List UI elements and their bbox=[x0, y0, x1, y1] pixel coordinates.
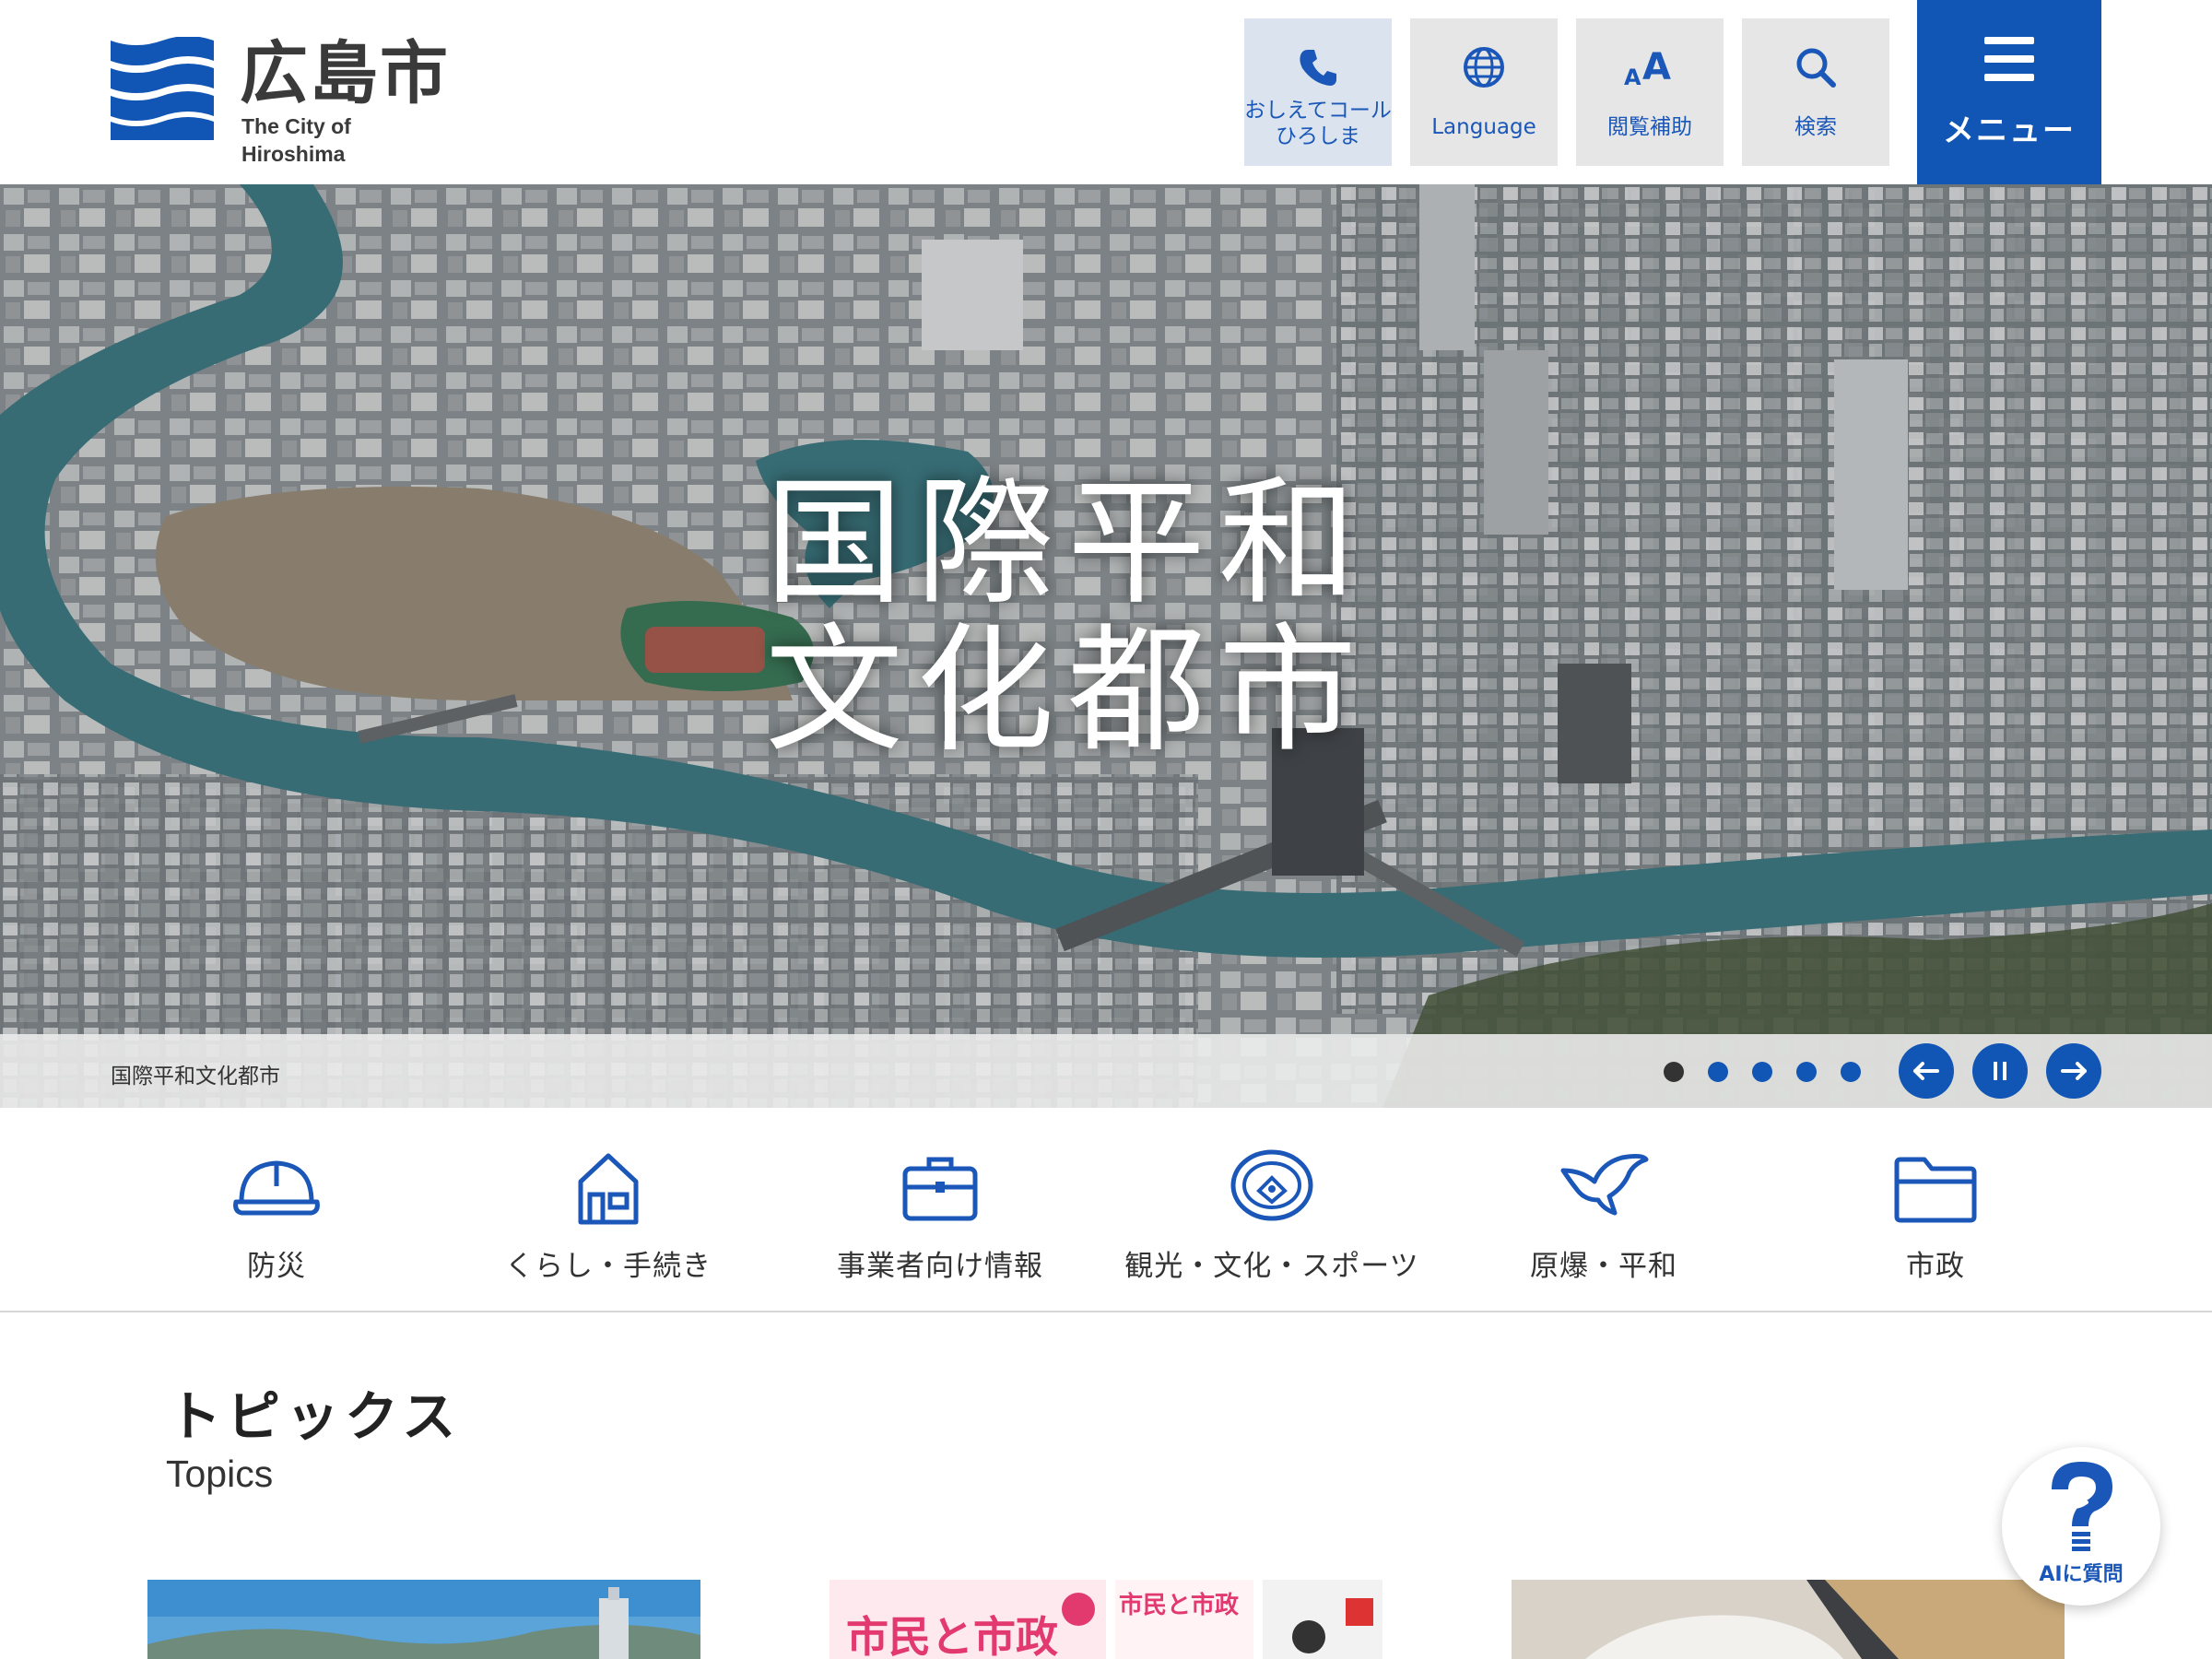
category-living-procedures[interactable]: くらし・手続き bbox=[452, 1108, 765, 1311]
category-atomic-bomb-peace[interactable]: 原爆・平和 bbox=[1447, 1108, 1760, 1311]
topic-card-image bbox=[147, 1580, 700, 1659]
arrow-left-icon bbox=[1913, 1062, 1939, 1080]
hero-title-line2: 文化都市 bbox=[765, 611, 1371, 771]
category-label: 防災 bbox=[247, 1250, 306, 1283]
category-label: 事業者向け情報 bbox=[837, 1250, 1043, 1283]
category-label: くらし・手続き bbox=[505, 1250, 712, 1283]
svg-text:A: A bbox=[1624, 65, 1641, 90]
topic-card-1[interactable] bbox=[147, 1580, 700, 1659]
category-city-government[interactable]: 市政 bbox=[1779, 1108, 2092, 1311]
pause-icon bbox=[1994, 1062, 2006, 1080]
logo-text-en: The City of Hiroshima bbox=[241, 114, 351, 166]
accessibility-label: 閲覧補助 bbox=[1607, 115, 1692, 139]
search-label: 検索 bbox=[1794, 115, 1837, 139]
category-disaster-prevention[interactable]: 防災 bbox=[120, 1108, 433, 1311]
slide-dot-2[interactable] bbox=[1708, 1062, 1728, 1082]
helmet-icon bbox=[233, 1160, 320, 1216]
arrow-right-icon bbox=[2061, 1062, 2087, 1080]
hamburger-icon bbox=[1984, 37, 2034, 81]
call-center-label: おしえてコール ひろしま bbox=[1244, 99, 1392, 148]
slide-dot-5[interactable] bbox=[1841, 1062, 1861, 1082]
slide-dot-1[interactable] bbox=[1664, 1062, 1684, 1082]
slideshow-control-bar: 国際平和文化都市 bbox=[0, 1034, 2212, 1108]
topics-heading-en: Topics bbox=[166, 1453, 274, 1495]
search-button[interactable]: 検索 bbox=[1742, 18, 1889, 166]
logo-text-ja: 広島市 bbox=[240, 34, 450, 113]
slide-caption: 国際平和文化都市 bbox=[111, 1065, 280, 1088]
slide-dot-3[interactable] bbox=[1752, 1062, 1772, 1082]
topic-card-image: 市民と市政 市民と市政 bbox=[830, 1580, 1382, 1659]
ai-question-button[interactable]: AIに質問 bbox=[2002, 1447, 2160, 1606]
question-mark-icon bbox=[2052, 1462, 2112, 1551]
topic-card-2[interactable]: 市民と市政 市民と市政 bbox=[830, 1580, 1382, 1659]
category-tourism-culture-sports[interactable]: 観光・文化・スポーツ bbox=[1115, 1108, 1429, 1311]
menu-label: メニュー bbox=[1943, 112, 2076, 149]
category-business-info[interactable]: 事業者向け情報 bbox=[783, 1108, 1097, 1311]
slide-next-button[interactable] bbox=[2046, 1043, 2101, 1099]
globe-icon bbox=[1464, 47, 1504, 88]
category-label: 市政 bbox=[1906, 1250, 1965, 1283]
svg-text:市民と市政: 市民と市政 bbox=[846, 1612, 1058, 1659]
house-icon bbox=[578, 1153, 639, 1225]
text-size-icon: A A bbox=[1624, 46, 1671, 90]
language-label: Language bbox=[1431, 115, 1536, 139]
slide-pause-button[interactable] bbox=[1972, 1043, 2028, 1099]
briefcase-icon bbox=[902, 1157, 978, 1221]
site-header: 広島市 The City of Hiroshima おしえてコール ひろしま L… bbox=[0, 0, 2212, 184]
topic-card-image bbox=[1512, 1580, 2065, 1659]
svg-text:市民と市政: 市民と市政 bbox=[1119, 1591, 1239, 1619]
category-navigation: 防災 くらし・手続き 事業者向け情報 観光・文化・スポーツ 原爆・平和 市政 bbox=[0, 1108, 2212, 1312]
site-logo[interactable]: 広島市 The City of Hiroshima bbox=[111, 34, 452, 166]
category-label: 観光・文化・スポーツ bbox=[1124, 1250, 1419, 1283]
phone-icon bbox=[1300, 50, 1336, 86]
search-icon bbox=[1796, 48, 1836, 88]
hiroshima-logo-mark-icon bbox=[111, 37, 214, 140]
hero-slideshow: 国際平和 文化都市 国際平和文化都市 bbox=[0, 184, 2212, 1108]
category-label: 原爆・平和 bbox=[1530, 1250, 1677, 1283]
hero-title: 国際平和 文化都市 bbox=[765, 470, 1447, 765]
call-center-button[interactable]: おしえてコール ひろしま bbox=[1244, 18, 1392, 166]
accessibility-button[interactable]: A A 閲覧補助 bbox=[1576, 18, 1724, 166]
language-button[interactable]: Language bbox=[1410, 18, 1558, 166]
stadium-icon bbox=[1230, 1149, 1313, 1221]
hero-title-line1: 国際平和 bbox=[765, 464, 1371, 624]
slide-prev-button[interactable] bbox=[1899, 1043, 1954, 1099]
slide-dot-4[interactable] bbox=[1796, 1062, 1817, 1082]
menu-button[interactable]: メニュー bbox=[1917, 0, 2101, 184]
topic-card-3[interactable] bbox=[1512, 1580, 2065, 1659]
ai-question-label: AIに質問 bbox=[2039, 1563, 2124, 1586]
topics-heading-ja: トピックス bbox=[168, 1385, 462, 1448]
dove-icon bbox=[1560, 1153, 1649, 1216]
svg-text:A: A bbox=[1642, 46, 1671, 88]
folder-icon bbox=[1894, 1157, 1977, 1223]
